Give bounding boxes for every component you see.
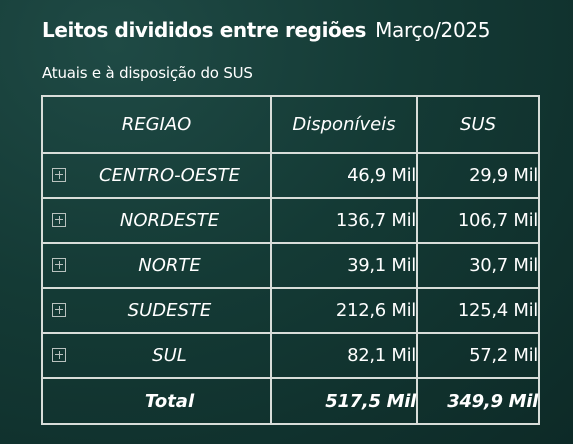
total-sus-cell: 349,9 Mil (416, 377, 540, 425)
disponiveis-cell: 82,1 Mil (270, 332, 418, 379)
expand-plus-icon[interactable] (52, 257, 66, 272)
sus-cell: 30,7 Mil (416, 242, 540, 289)
sus-cell: 57,2 Mil (416, 332, 540, 379)
region-cell: SUL (41, 332, 272, 379)
table-row: NORTE 39,1 Mil 30,7 Mil (41, 242, 540, 289)
column-header-disponiveis[interactable]: Disponíveis (270, 95, 418, 154)
region-name: SUDESTE (127, 300, 212, 321)
page-title: Leitos divididos entre regiões (42, 18, 367, 42)
region-cell: NORDESTE (41, 197, 272, 244)
column-header-regiao[interactable]: REGIAO (41, 95, 272, 154)
expand-plus-icon[interactable] (52, 167, 66, 182)
expand-plus-icon[interactable] (52, 212, 66, 227)
expand-plus-icon[interactable] (52, 347, 66, 362)
disponiveis-cell: 136,7 Mil (270, 197, 418, 244)
table-header-row: REGIAO Disponíveis SUS (41, 95, 540, 154)
table-row: CENTRO-OESTE 46,9 Mil 29,9 Mil (41, 152, 540, 199)
region-cell: NORTE (41, 242, 272, 289)
total-label-cell: Total (41, 377, 272, 425)
region-name: CENTRO-OESTE (99, 165, 240, 186)
region-name: SUL (152, 345, 187, 366)
disponiveis-cell: 46,9 Mil (270, 152, 418, 199)
sus-cell: 106,7 Mil (416, 197, 540, 244)
region-cell: SUDESTE (41, 287, 272, 334)
column-header-sus[interactable]: SUS (416, 95, 540, 154)
sus-cell: 29,9 Mil (416, 152, 540, 199)
total-label: Total (144, 390, 195, 412)
regions-table: REGIAO Disponíveis SUS CENTRO-OESTE 46,9… (41, 95, 540, 425)
disponiveis-cell: 212,6 Mil (270, 287, 418, 334)
page-subtitle: Atuais e à disposição do SUS (42, 64, 253, 82)
region-cell: CENTRO-OESTE (41, 152, 272, 199)
expand-plus-icon[interactable] (52, 302, 66, 317)
region-name: NORTE (138, 255, 201, 276)
title-row: Leitos divididos entre regiões Março/202… (42, 18, 491, 42)
total-disponiveis-cell: 517,5 Mil (270, 377, 418, 425)
table-row: NORDESTE 136,7 Mil 106,7 Mil (41, 197, 540, 244)
table-total-row: Total 517,5 Mil 349,9 Mil (41, 377, 540, 425)
period-label: Março/2025 (375, 18, 491, 42)
region-name: NORDESTE (119, 210, 220, 231)
table-row: SUL 82,1 Mil 57,2 Mil (41, 332, 540, 379)
sus-cell: 125,4 Mil (416, 287, 540, 334)
disponiveis-cell: 39,1 Mil (270, 242, 418, 289)
table-row: SUDESTE 212,6 Mil 125,4 Mil (41, 287, 540, 334)
